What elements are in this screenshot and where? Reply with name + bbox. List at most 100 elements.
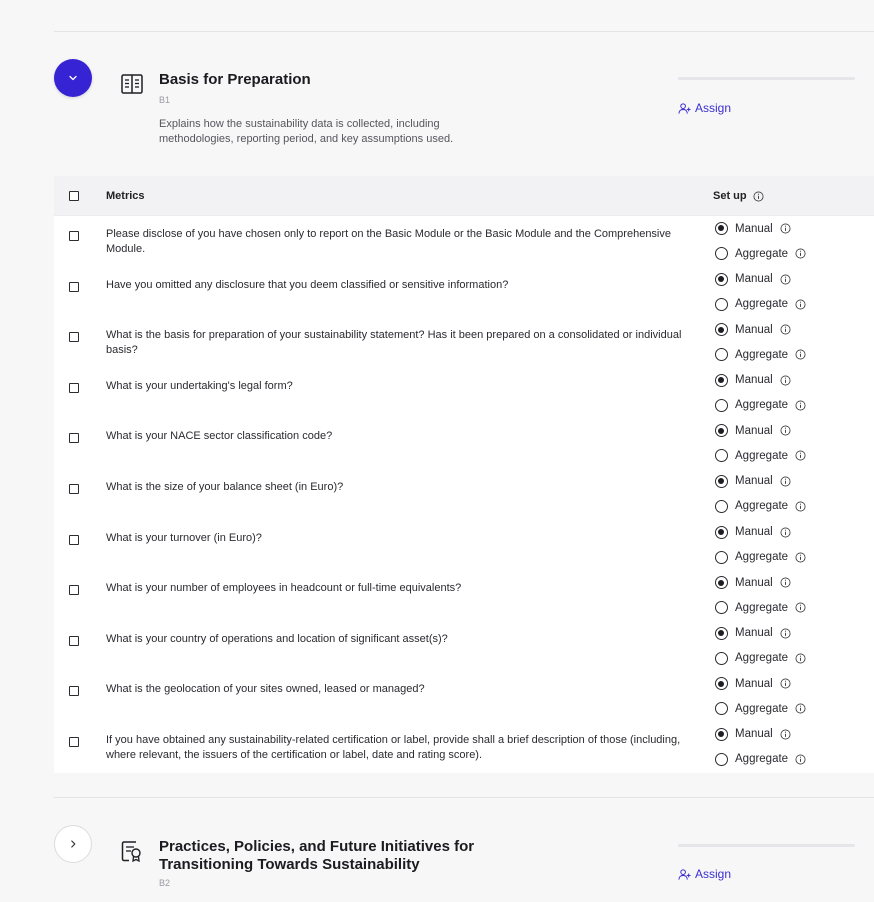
info-icon[interactable] [795, 552, 806, 563]
metric-question: Have you omitted any disclosure that you… [106, 278, 509, 291]
manual-option[interactable]: Manual [715, 626, 806, 640]
assign-button[interactable]: Assign [678, 101, 731, 115]
aggregate-option[interactable]: Aggregate [715, 601, 806, 615]
aggregate-radio[interactable] [715, 247, 728, 260]
row-checkbox[interactable] [69, 332, 79, 343]
manual-label: Manual [735, 728, 773, 741]
document-badge-icon [121, 841, 141, 863]
info-icon[interactable] [795, 703, 806, 714]
row-checkbox[interactable] [69, 483, 79, 494]
info-icon[interactable] [780, 375, 791, 386]
metric-question: What is the basis for preparation of you… [106, 329, 682, 357]
aggregate-radio[interactable] [715, 651, 728, 665]
aggregate-radio[interactable] [715, 398, 728, 412]
assign-label: Assign [695, 867, 732, 881]
row-checkbox[interactable] [69, 635, 79, 646]
manual-radio[interactable] [715, 576, 728, 590]
manual-option[interactable]: Manual [715, 373, 806, 387]
manual-option[interactable]: Manual [715, 424, 806, 438]
setup-options: Manual Aggregate [715, 626, 806, 677]
info-icon[interactable] [780, 678, 791, 689]
aggregate-label: Aggregate [735, 348, 789, 361]
info-icon[interactable] [780, 628, 791, 639]
aggregate-option[interactable]: Aggregate [715, 651, 806, 665]
info-icon[interactable] [780, 577, 791, 588]
manual-radio[interactable] [715, 525, 728, 539]
metric-question: What is your country of operations and l… [106, 632, 448, 645]
aggregate-option[interactable]: Aggregate [715, 550, 806, 564]
aggregate-option[interactable]: Aggregate [715, 499, 806, 513]
select-all-checkbox[interactable] [69, 191, 79, 201]
manual-radio[interactable] [715, 626, 728, 640]
manual-option[interactable]: Manual [715, 525, 806, 539]
manual-radio[interactable] [715, 424, 728, 438]
manual-radio[interactable] [715, 222, 728, 235]
info-icon[interactable] [795, 299, 806, 310]
expand-toggle-button[interactable] [54, 825, 92, 863]
info-icon[interactable] [780, 425, 791, 436]
metric-question: What is your NACE sector classification … [106, 430, 333, 443]
aggregate-option[interactable]: Aggregate [715, 449, 806, 463]
info-icon[interactable] [780, 324, 791, 335]
info-icon[interactable] [795, 653, 806, 664]
row-checkbox[interactable] [69, 433, 79, 444]
manual-radio[interactable] [715, 373, 728, 387]
info-icon[interactable] [795, 349, 806, 360]
manual-radio[interactable] [715, 677, 728, 691]
row-checkbox[interactable] [69, 686, 79, 697]
manual-radio[interactable] [715, 323, 728, 337]
manual-option[interactable]: Manual [715, 576, 806, 590]
aggregate-option[interactable]: Aggregate [715, 752, 806, 766]
row-checkbox[interactable] [69, 585, 79, 596]
aggregate-radio[interactable] [715, 348, 728, 362]
metric-question: What is your turnover (in Euro)? [106, 531, 262, 544]
add-user-icon [678, 102, 691, 114]
info-icon[interactable] [780, 729, 791, 740]
row-checkbox[interactable] [69, 736, 79, 747]
assign-button[interactable]: Assign [678, 867, 731, 881]
aggregate-radio[interactable] [715, 601, 728, 615]
row-checkbox[interactable] [69, 281, 79, 292]
info-icon[interactable] [780, 476, 791, 487]
row-checkbox[interactable] [69, 382, 79, 393]
section-code: B1 [159, 95, 171, 105]
collapse-toggle-button[interactable] [54, 59, 92, 97]
aggregate-radio[interactable] [715, 550, 728, 564]
aggregate-option[interactable]: Aggregate [715, 297, 806, 311]
aggregate-option[interactable]: Aggregate [715, 398, 806, 412]
row-checkbox[interactable] [69, 231, 79, 241]
manual-option[interactable]: Manual [715, 323, 806, 337]
aggregate-radio[interactable] [715, 499, 728, 513]
manual-radio[interactable] [715, 272, 728, 286]
section-description-line: Explains how the sustainability data is … [159, 118, 440, 130]
manual-radio[interactable] [715, 727, 728, 741]
info-icon[interactable] [795, 450, 806, 461]
manual-option[interactable]: Manual [715, 222, 806, 235]
info-icon[interactable] [795, 754, 806, 765]
manual-option[interactable]: Manual [715, 727, 806, 741]
info-icon[interactable] [795, 501, 806, 512]
info-icon[interactable] [753, 191, 764, 202]
info-icon[interactable] [795, 248, 806, 259]
aggregate-label: Aggregate [735, 399, 789, 412]
info-icon[interactable] [795, 400, 806, 411]
manual-option[interactable]: Manual [715, 677, 806, 691]
aggregate-option[interactable]: Aggregate [715, 247, 806, 260]
section-code: B2 [159, 878, 171, 888]
aggregate-radio[interactable] [715, 702, 728, 716]
manual-option[interactable]: Manual [715, 272, 806, 286]
aggregate-radio[interactable] [715, 752, 728, 766]
row-checkbox[interactable] [69, 534, 79, 545]
info-icon[interactable] [780, 274, 791, 285]
manual-option[interactable]: Manual [715, 474, 806, 488]
setup-options: Manual Aggregate [715, 272, 806, 323]
manual-radio[interactable] [715, 474, 728, 488]
info-icon[interactable] [795, 602, 806, 613]
aggregate-radio[interactable] [715, 297, 728, 311]
table-row: What is your NACE sector classification … [54, 418, 874, 469]
aggregate-radio[interactable] [715, 449, 728, 463]
aggregate-option[interactable]: Aggregate [715, 348, 806, 362]
info-icon[interactable] [780, 223, 791, 234]
info-icon[interactable] [780, 527, 791, 538]
aggregate-option[interactable]: Aggregate [715, 702, 806, 716]
